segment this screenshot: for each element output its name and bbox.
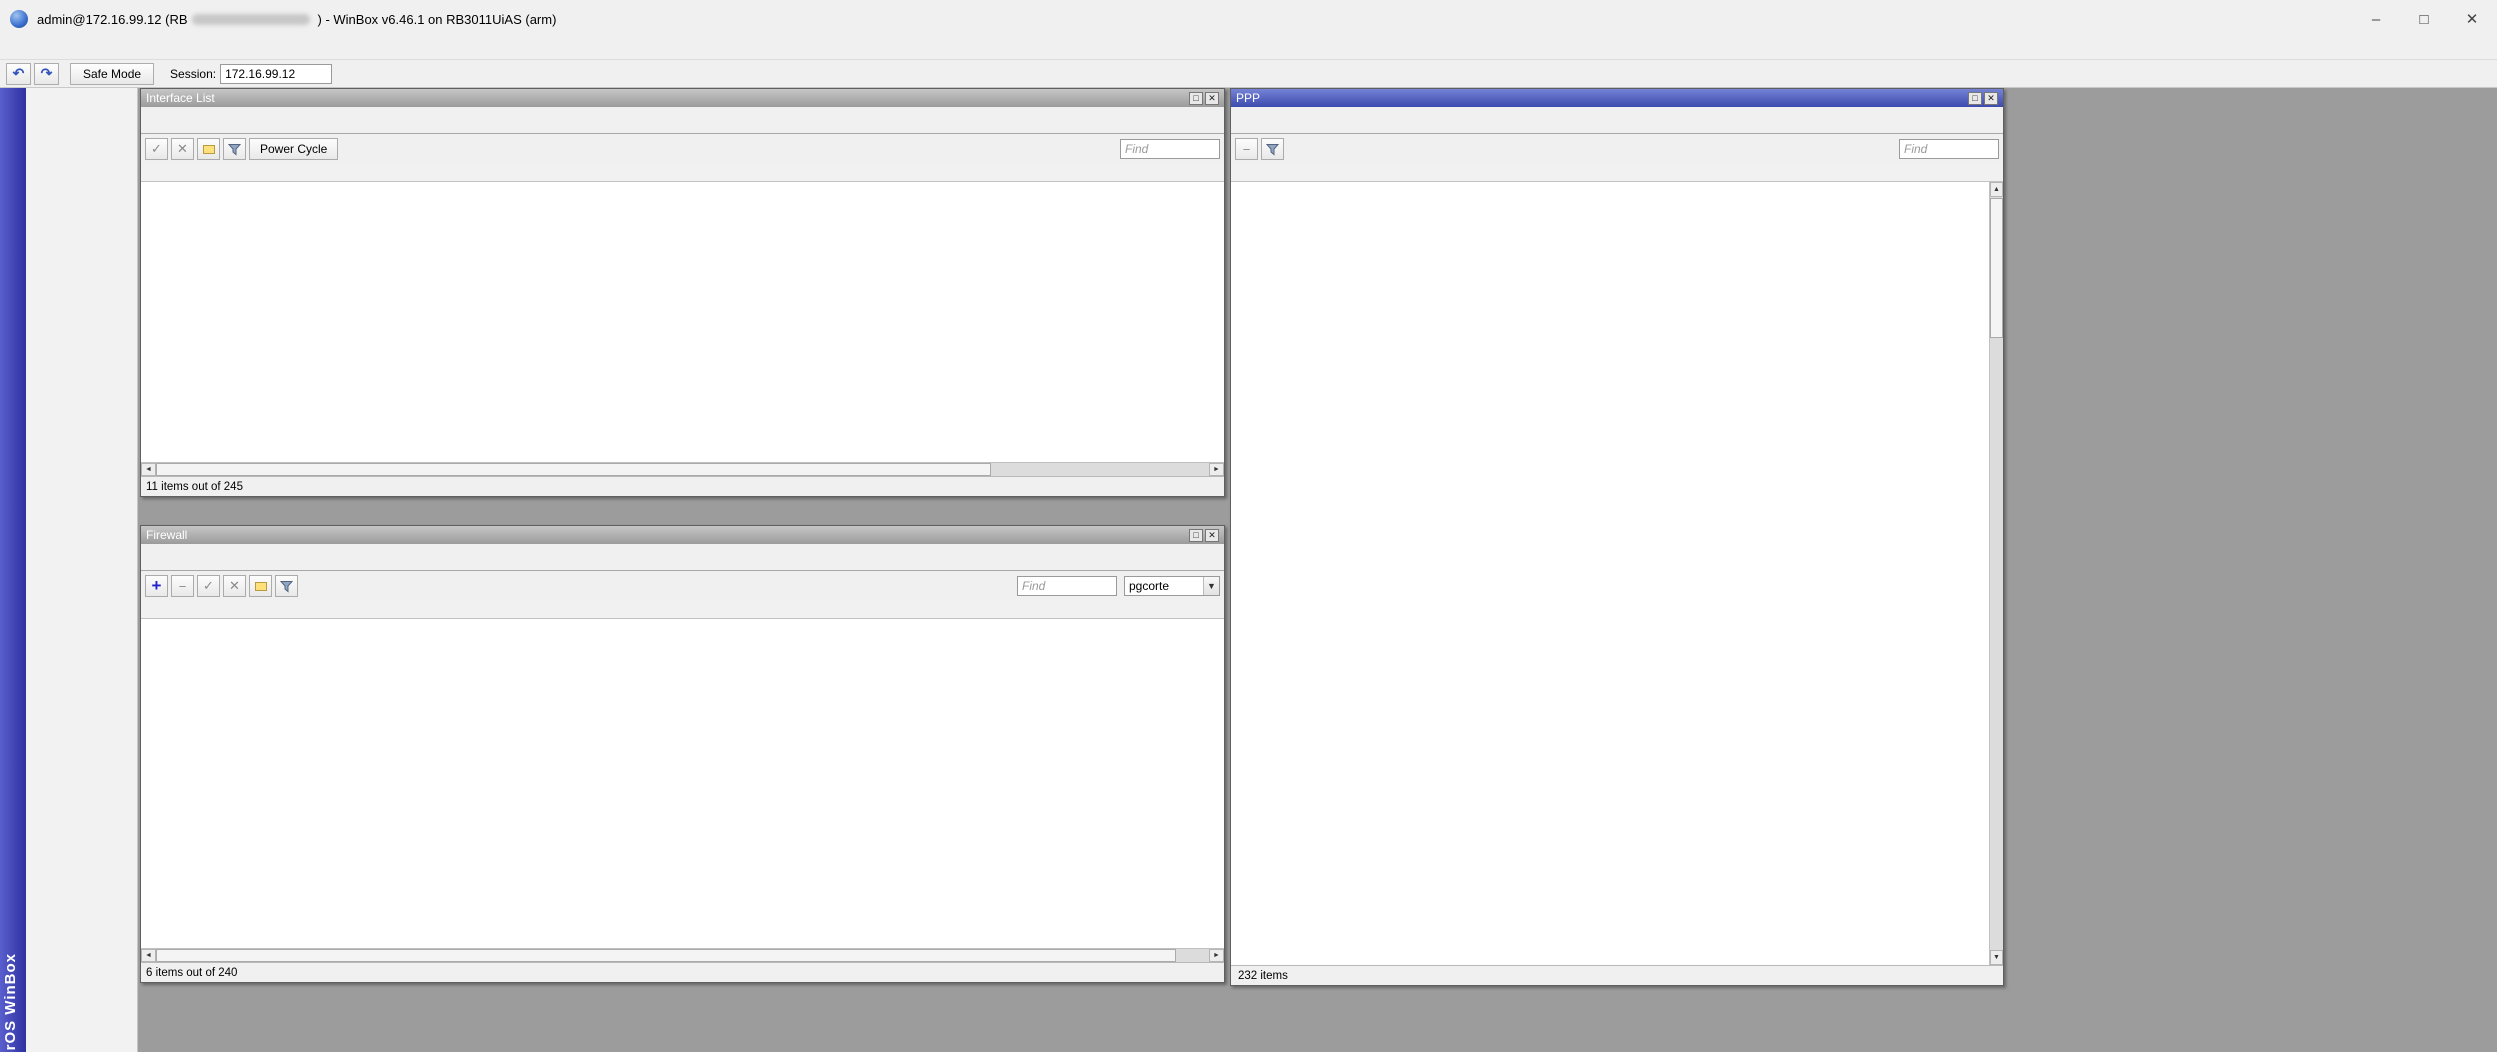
disable-button[interactable]: ✕ <box>171 138 194 160</box>
interface-count: 11 items out of 245 <box>146 481 243 493</box>
close-icon[interactable]: ✕ <box>1984 92 1998 105</box>
interface-list-toolbar: ✓ ✕ Power Cycle <box>141 134 1224 164</box>
undo-button[interactable]: ↶ <box>6 63 31 85</box>
sidebar: RouterOS WinBox <box>0 88 138 1052</box>
ppp-item-count: 232 items <box>1236 970 1290 982</box>
close-icon[interactable]: ✕ <box>1205 529 1219 542</box>
main-area: RouterOS WinBox Interface List □✕ ✓ ✕ Po… <box>0 88 2497 1052</box>
power-cycle-button[interactable]: Power Cycle <box>249 138 338 160</box>
ppp-status: 232 items <box>1231 965 2003 985</box>
ppp-toolbar: − <box>1231 134 2003 164</box>
redo-button[interactable]: ↷ <box>34 63 59 85</box>
disable-button[interactable]: ✕ <box>223 575 246 597</box>
ppp-titlebar[interactable]: PPP □✕ <box>1231 89 2003 107</box>
scroll-right-icon[interactable]: ► <box>1209 949 1224 962</box>
mdi-workspace: Interface List □✕ ✓ ✕ Power Cycle ◄ ► 11… <box>138 88 2497 1052</box>
funnel-icon <box>280 580 293 593</box>
restore-icon[interactable]: □ <box>1189 92 1203 105</box>
comment-button[interactable] <box>249 575 272 597</box>
interface-list-status: 11 items out of 245 <box>141 476 1224 496</box>
firewall-status: 6 items out of 240 <box>141 962 1224 982</box>
firewall-window: Firewall □✕ + − ✓ ✕ pgcorte ▼ ◄ <box>140 525 1225 983</box>
main-toolbar: ↶ ↷ Safe Mode Session: <box>0 60 2497 88</box>
interface-list-tabs <box>141 107 1224 134</box>
interface-list-title: Interface List <box>146 91 215 105</box>
ppp-tabs <box>1231 107 2003 134</box>
firewall-toolbar: + − ✓ ✕ pgcorte ▼ <box>141 571 1224 601</box>
winbox-app: { "window": { "title_prefix": "admin@172… <box>0 0 2497 1052</box>
scroll-left-icon[interactable]: ◄ <box>141 463 156 476</box>
ppp-vscrollbar[interactable]: ▲ ▼ <box>1989 182 2003 965</box>
ppp-title: PPP <box>1236 91 1260 105</box>
interface-table-body <box>141 182 1224 462</box>
list-filter-value: pgcorte <box>1125 579 1203 593</box>
maximize-button[interactable]: □ <box>2413 11 2435 28</box>
remove-button[interactable]: − <box>171 575 194 597</box>
redacted-router-name <box>192 14 310 25</box>
hscroll-track <box>991 463 1209 476</box>
remove-button[interactable]: − <box>1235 138 1258 160</box>
find-input[interactable] <box>1120 139 1220 159</box>
sidebar-brand-strip: RouterOS WinBox <box>0 88 26 1052</box>
menubar <box>0 38 2497 60</box>
find-input[interactable] <box>1017 576 1117 596</box>
restore-icon[interactable]: □ <box>1968 92 1982 105</box>
find-input[interactable] <box>1899 139 1999 159</box>
firewall-table-header <box>141 601 1224 619</box>
minimize-button[interactable]: – <box>2365 11 2387 28</box>
close-button[interactable]: ✕ <box>2461 10 2483 28</box>
funnel-icon <box>1266 143 1279 156</box>
hscroll-thumb[interactable] <box>156 949 1176 962</box>
interface-list-titlebar[interactable]: Interface List □✕ <box>141 89 1224 107</box>
ppp-window: PPP □✕ − ▲ ▼ 232 items <box>1230 88 2004 986</box>
firewall-table-body <box>141 619 1224 948</box>
filter-button[interactable] <box>275 575 298 597</box>
ppp-table-header <box>1231 164 2003 182</box>
list-filter-combo[interactable]: pgcorte ▼ <box>1124 576 1220 596</box>
ppp-table-body: ▲ ▼ <box>1231 182 2003 965</box>
firewall-title: Firewall <box>146 528 187 542</box>
restore-icon[interactable]: □ <box>1189 529 1203 542</box>
session-input[interactable] <box>220 64 332 84</box>
add-button[interactable]: + <box>145 575 168 597</box>
address-list-count: 6 items out of 240 <box>146 967 237 979</box>
scroll-left-icon[interactable]: ◄ <box>141 949 156 962</box>
chevron-down-icon[interactable]: ▼ <box>1203 577 1219 595</box>
scroll-down-icon[interactable]: ▼ <box>1990 950 2003 965</box>
app-titlebar: admin@172.16.99.12 (RB ) - WinBox v6.46.… <box>0 0 2497 38</box>
session-label: Session: <box>170 67 216 81</box>
hscroll-track <box>1176 949 1209 962</box>
app-title-version: ) - WinBox v6.46.1 on RB3011UiAS (arm) <box>314 12 561 27</box>
brand-text: RouterOS WinBox <box>2 953 19 1052</box>
interface-list-window: Interface List □✕ ✓ ✕ Power Cycle ◄ ► 11… <box>140 88 1225 497</box>
interface-hscrollbar[interactable]: ◄ ► <box>141 462 1224 476</box>
enable-button[interactable]: ✓ <box>197 575 220 597</box>
window-controls: – □ ✕ <box>2365 0 2483 38</box>
close-icon[interactable]: ✕ <box>1205 92 1219 105</box>
vscroll-thumb[interactable] <box>1990 198 2003 338</box>
winbox-logo-icon <box>10 10 28 28</box>
app-title-prefix: admin@172.16.99.12 (RB <box>37 12 188 27</box>
interface-table-header <box>141 164 1224 182</box>
funnel-icon <box>228 143 241 156</box>
app-title: admin@172.16.99.12 (RB ) - WinBox v6.46.… <box>37 12 560 27</box>
firewall-titlebar[interactable]: Firewall □✕ <box>141 526 1224 544</box>
safe-mode-button[interactable]: Safe Mode <box>70 63 154 85</box>
firewall-hscrollbar[interactable]: ◄ ► <box>141 948 1224 962</box>
enable-button[interactable]: ✓ <box>145 138 168 160</box>
comment-icon <box>203 145 215 154</box>
scroll-right-icon[interactable]: ► <box>1209 463 1224 476</box>
filter-button[interactable] <box>223 138 246 160</box>
filter-button[interactable] <box>1261 138 1284 160</box>
hscroll-thumb[interactable] <box>156 463 991 476</box>
comment-icon <box>255 582 267 591</box>
comment-button[interactable] <box>197 138 220 160</box>
scroll-up-icon[interactable]: ▲ <box>1990 182 2003 197</box>
firewall-tabs <box>141 544 1224 571</box>
